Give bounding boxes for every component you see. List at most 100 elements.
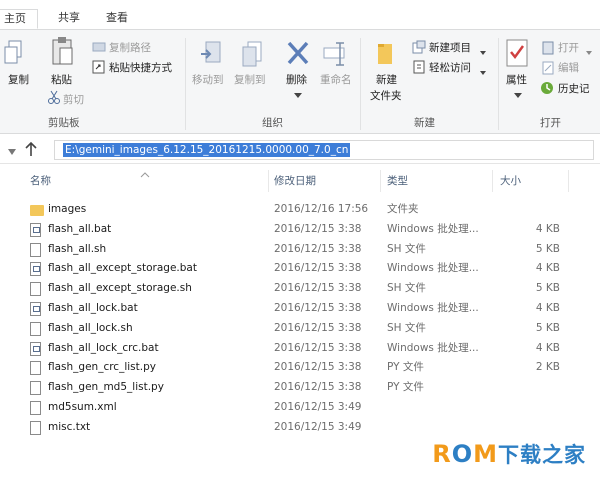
edit-icon — [542, 61, 554, 75]
file-name: flash_all.sh — [48, 242, 107, 255]
file-size: 4 KB — [535, 262, 560, 275]
tab-view[interactable]: 查看 — [106, 9, 128, 29]
divider — [498, 38, 499, 130]
chevron-down-icon[interactable] — [480, 65, 486, 75]
properties-button[interactable]: 属性 — [506, 72, 527, 87]
file-date: 2016/12/15 3:38 — [274, 302, 362, 314]
ribbon: 复制 粘贴 复制路径 粘贴快捷方式 剪切 剪贴板 移动到 复制到 删除 重命名 … — [0, 30, 600, 134]
cut-button[interactable]: 剪切 — [63, 92, 84, 107]
navigation-bar: E:\gemini_images_6.12.15_20161215.0000.0… — [0, 134, 600, 164]
file-date: 2016/12/15 3:38 — [274, 361, 362, 374]
file-date: 2016/12/15 3:49 — [274, 401, 362, 413]
paste-button[interactable]: 粘贴 — [51, 72, 72, 87]
tab-share[interactable]: 共享 — [58, 9, 80, 29]
address-path-text[interactable]: E:\gemini_images_6.12.15_20161215.0000.0… — [63, 143, 351, 157]
file-size: 5 KB — [535, 282, 560, 295]
column-divider[interactable] — [568, 170, 569, 192]
file-row[interactable]: misc.txt 2016/12/15 3:49 — [30, 418, 590, 438]
up-arrow-icon[interactable] — [24, 141, 38, 157]
file-name: flash_all_lock.sh — [48, 321, 133, 334]
file-size: 4 KB — [535, 222, 560, 235]
watermark-letter: O — [451, 440, 474, 468]
file-type: SH 文件 — [387, 321, 426, 334]
tab-home[interactable]: 主页 — [0, 9, 38, 29]
copy-to-icon — [240, 40, 264, 68]
file-row[interactable]: flash_all_lock.bat 2016/12/15 3:38 Windo… — [30, 299, 590, 319]
column-header-size[interactable]: 大小 — [500, 168, 521, 194]
new-folder-button[interactable]: 新建 — [376, 72, 397, 87]
delete-button[interactable]: 删除 — [286, 72, 307, 87]
history-button[interactable]: 历史记 — [558, 81, 590, 96]
file-name: flash_all.bat — [48, 222, 112, 235]
paste-icon — [50, 36, 76, 68]
file-date: 2016/12/15 3:49 — [274, 420, 362, 433]
open-button[interactable]: 打开 — [558, 40, 579, 55]
recent-locations-chevron-icon[interactable] — [8, 145, 16, 155]
move-to-icon — [200, 40, 224, 68]
file-type: Windows 批处理... — [387, 302, 479, 314]
file-name: md5sum.xml — [48, 401, 117, 413]
file-name: flash_all_lock.bat — [48, 302, 138, 314]
column-header-type[interactable]: 类型 — [387, 168, 408, 194]
organize-group-label: 组织 — [262, 117, 283, 129]
ribbon-tab-bar: 主页 共享 查看 — [0, 0, 600, 30]
chevron-down-icon[interactable] — [514, 88, 522, 98]
file-row[interactable]: flash_all.bat 2016/12/15 3:38 Windows 批处… — [30, 220, 590, 240]
delete-icon — [286, 40, 310, 66]
sort-ascending-icon — [140, 168, 150, 178]
file-size: 4 KB — [535, 302, 560, 314]
copy-path-icon — [92, 41, 106, 53]
folder-icon — [30, 205, 44, 216]
file-icon — [30, 282, 41, 297]
file-type: Windows 批处理... — [387, 262, 479, 275]
divider — [185, 38, 186, 130]
copy-path-button[interactable]: 复制路径 — [109, 40, 151, 55]
batch-file-icon — [30, 262, 41, 277]
address-bar[interactable]: E:\gemini_images_6.12.15_20161215.0000.0… — [54, 140, 594, 160]
column-divider[interactable] — [380, 170, 381, 192]
file-icon — [30, 381, 41, 396]
history-icon — [540, 81, 554, 95]
file-type: PY 文件 — [387, 361, 424, 374]
chevron-down-icon[interactable] — [586, 45, 592, 55]
file-row[interactable]: flash_gen_md5_list.py 2016/12/15 3:38 PY… — [30, 378, 590, 398]
edit-button[interactable]: 编辑 — [558, 60, 579, 75]
file-row[interactable]: flash_all.sh 2016/12/15 3:38 SH 文件 5 KB — [30, 240, 590, 260]
move-to-button[interactable]: 移动到 — [192, 72, 224, 87]
file-name: flash_gen_crc_list.py — [48, 361, 156, 374]
file-size: 5 KB — [535, 242, 560, 255]
chevron-down-icon[interactable] — [480, 45, 486, 55]
column-header-date[interactable]: 修改日期 — [274, 168, 316, 194]
file-name: flash_all_except_storage.bat — [48, 262, 197, 275]
new-item-button[interactable]: 新建项目 — [429, 40, 471, 55]
clipboard-group-label: 剪贴板 — [48, 117, 80, 129]
file-row[interactable]: flash_all_except_storage.bat 2016/12/15 … — [30, 259, 590, 279]
file-date: 2016/12/15 3:38 — [274, 282, 362, 295]
copy-to-button[interactable]: 复制到 — [234, 72, 266, 87]
file-row-images[interactable]: images 2016/12/16 17:56 文件夹 — [30, 200, 590, 220]
file-row[interactable]: md5sum.xml 2016/12/15 3:49 — [30, 398, 590, 418]
properties-icon — [505, 38, 529, 68]
new-folder-icon — [376, 40, 396, 68]
file-date: 2016/12/15 3:38 — [274, 222, 362, 235]
file-row[interactable]: flash_all_lock_crc.bat 2016/12/15 3:38 W… — [30, 339, 590, 359]
file-date: 2016/12/16 17:56 — [274, 203, 369, 215]
file-name: flash_gen_md5_list.py — [48, 381, 164, 394]
chevron-down-icon[interactable] — [294, 88, 302, 98]
batch-file-icon — [30, 341, 41, 356]
file-row[interactable]: flash_gen_crc_list.py 2016/12/15 3:38 PY… — [30, 358, 590, 378]
new-item-icon — [412, 40, 426, 54]
rename-button[interactable]: 重命名 — [320, 72, 352, 87]
paste-shortcut-button[interactable]: 粘贴快捷方式 — [109, 60, 172, 75]
file-row[interactable]: flash_all_except_storage.sh 2016/12/15 3… — [30, 279, 590, 299]
column-divider[interactable] — [492, 170, 493, 192]
column-header-name[interactable]: 名称 — [30, 168, 51, 194]
file-icon — [30, 321, 41, 336]
file-row[interactable]: flash_all_lock.sh 2016/12/15 3:38 SH 文件 … — [30, 319, 590, 339]
open-group-label: 打开 — [540, 117, 561, 129]
copy-button[interactable]: 复制 — [8, 72, 29, 87]
easy-access-button[interactable]: 轻松访问 — [429, 60, 471, 75]
file-icon — [30, 242, 41, 257]
column-divider[interactable] — [268, 170, 269, 192]
file-icon — [30, 361, 41, 376]
